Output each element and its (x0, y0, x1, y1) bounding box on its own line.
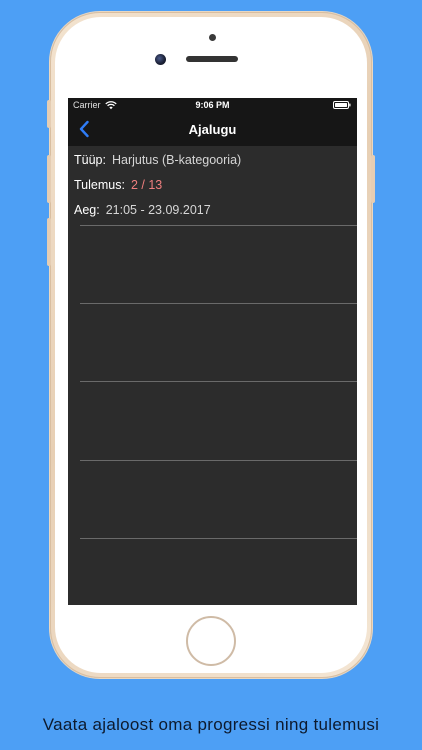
list-separator (80, 303, 357, 304)
list-separator (80, 381, 357, 382)
history-result-row: Tulemus: 2 / 13 (74, 178, 162, 192)
proximity-sensor (209, 34, 216, 41)
list-separator (80, 538, 357, 539)
status-time: 9:06 PM (195, 100, 230, 110)
mute-switch (47, 100, 51, 128)
navigation-bar: Ajalugu (68, 113, 357, 146)
volume-down-button (47, 218, 51, 266)
power-button (371, 155, 375, 203)
status-bar: Carrier 9:06 PM (68, 98, 357, 113)
battery-icon (333, 101, 351, 109)
result-label: Tulemus: (74, 178, 125, 192)
promo-caption: Vaata ajaloost oma progressi ning tulemu… (42, 715, 380, 734)
time-label: Aeg: (74, 203, 100, 217)
list-separator (80, 225, 357, 226)
list-separator (80, 460, 357, 461)
time-value: 21:05 - 23.09.2017 (105, 203, 211, 217)
earpiece-speaker (186, 56, 238, 62)
type-label: Tüüp: (74, 153, 106, 167)
app-screen: Carrier 9:06 PM Ajalugu Tüüp: Harjutus (B… (68, 98, 357, 605)
volume-up-button (47, 155, 51, 203)
result-value: 2 / 13 (130, 178, 163, 192)
history-time-row: Aeg: 21:05 - 23.09.2017 (74, 203, 211, 217)
type-value: Harjutus (B-kategooria) (111, 153, 242, 167)
page-title: Ajalugu (188, 122, 237, 137)
front-camera-icon (155, 54, 166, 65)
home-button[interactable] (186, 616, 236, 666)
history-type-row: Tüüp: Harjutus (B-kategooria) (74, 153, 241, 167)
